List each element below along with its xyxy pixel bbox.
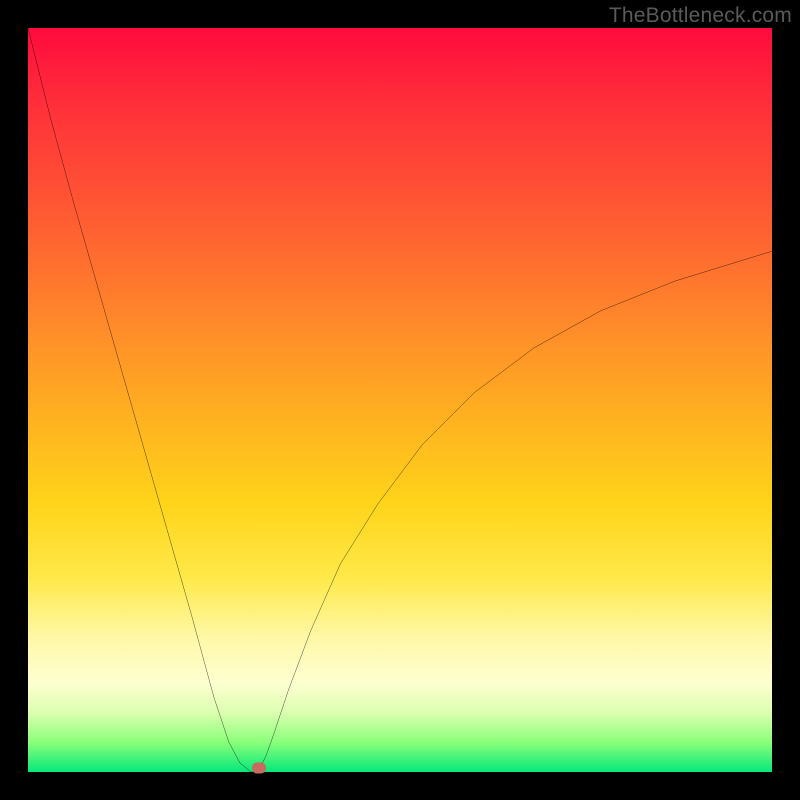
optimal-point-marker [252, 762, 266, 773]
chart-frame: TheBottleneck.com [0, 0, 800, 800]
chart-plot-area [28, 28, 772, 772]
watermark-text: TheBottleneck.com [609, 4, 792, 28]
bottleneck-curve [28, 28, 772, 772]
